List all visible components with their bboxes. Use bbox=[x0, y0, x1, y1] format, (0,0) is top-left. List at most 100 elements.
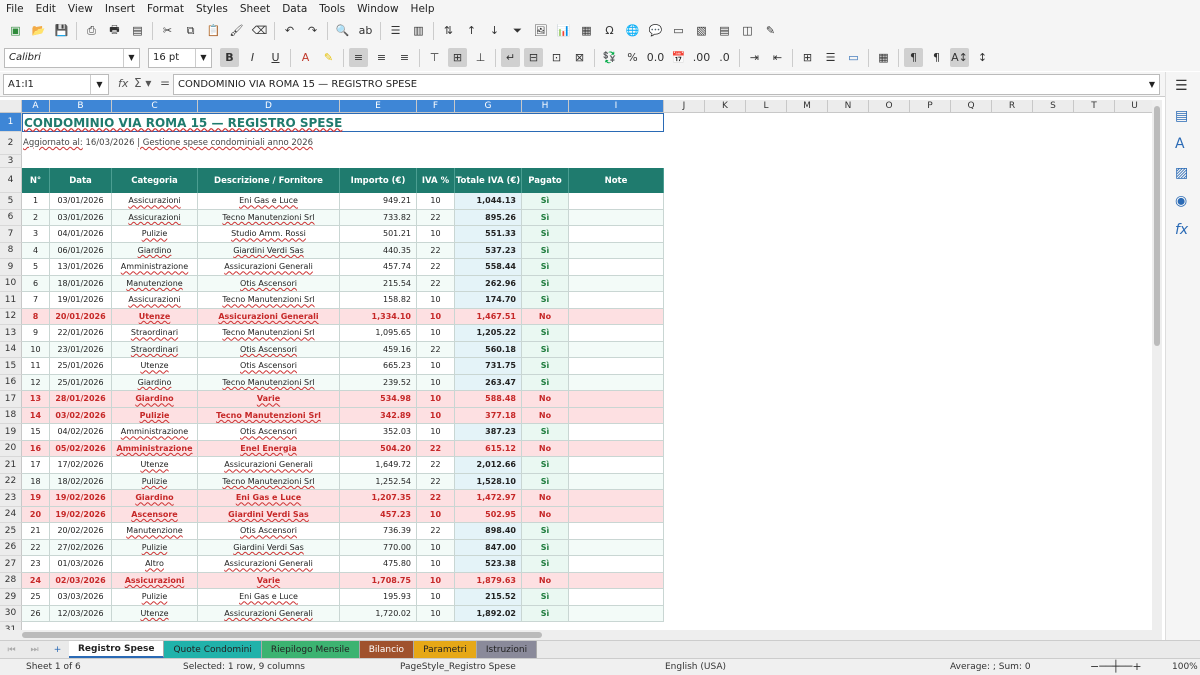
table-cell[interactable]: 174.70 bbox=[455, 292, 522, 309]
table-cell[interactable]: Ascensore bbox=[112, 506, 198, 523]
table-cell[interactable] bbox=[569, 308, 664, 325]
table-cell[interactable]: Sì bbox=[522, 325, 569, 342]
borders-icon[interactable]: ⊞ bbox=[798, 48, 817, 67]
table-cell[interactable]: 12 bbox=[22, 374, 50, 391]
table-cell[interactable]: Utenze bbox=[112, 358, 198, 375]
subtitle-cell[interactable]: Aggiornato al: 16/03/2026 | Gestione spe… bbox=[23, 138, 313, 148]
table-cell[interactable]: Pulizie bbox=[112, 473, 198, 490]
bold-icon[interactable]: B bbox=[220, 48, 239, 67]
table-cell[interactable]: Sì bbox=[522, 556, 569, 573]
table-cell[interactable]: 1,252.54 bbox=[340, 473, 417, 490]
table-cell[interactable]: 20/01/2026 bbox=[50, 308, 112, 325]
table-cell[interactable]: Eni Gas e Luce bbox=[198, 193, 340, 210]
row-header-14[interactable]: 14 bbox=[0, 341, 22, 358]
unmerge-cells-icon[interactable]: ⊠ bbox=[570, 48, 589, 67]
freeze-rows-icon[interactable]: ▤ bbox=[715, 21, 734, 40]
table-cell[interactable]: Eni Gas e Luce bbox=[198, 490, 340, 507]
row-header-26[interactable]: 26 bbox=[0, 539, 22, 556]
table-cell[interactable]: 10 bbox=[417, 308, 455, 325]
table-cell[interactable]: 558.44 bbox=[455, 259, 522, 276]
table-cell[interactable]: Assicurazioni bbox=[112, 292, 198, 309]
table-cell[interactable]: Otis Ascensori bbox=[198, 523, 340, 540]
table-cell[interactable]: 10 bbox=[417, 292, 455, 309]
table-cell[interactable]: 18/02/2026 bbox=[50, 473, 112, 490]
table-cell[interactable]: Sì bbox=[522, 523, 569, 540]
table-cell[interactable]: Assicurazioni bbox=[112, 193, 198, 210]
table-cell[interactable]: 28/01/2026 bbox=[50, 391, 112, 408]
table-cell[interactable]: Utenze bbox=[112, 308, 198, 325]
table-cell[interactable]: Sì bbox=[522, 605, 569, 622]
open-folder-icon[interactable]: 📂 bbox=[29, 21, 48, 40]
table-cell[interactable]: Assicurazioni bbox=[112, 209, 198, 226]
table-cell[interactable]: Varie bbox=[198, 572, 340, 589]
delete-decimal-icon[interactable]: .0 bbox=[715, 48, 734, 67]
center-vertically-icon[interactable]: ⊞ bbox=[448, 48, 467, 67]
table-cell[interactable] bbox=[569, 209, 664, 226]
horizontal-scrollbar[interactable] bbox=[0, 630, 1162, 640]
row-header-18[interactable]: 18 bbox=[0, 407, 22, 424]
table-cell[interactable]: 25/01/2026 bbox=[50, 374, 112, 391]
table-cell[interactable]: Giardino bbox=[112, 391, 198, 408]
border-color-icon[interactable]: ▭ bbox=[844, 48, 863, 67]
vertical-text-icon[interactable]: ↕ bbox=[973, 48, 992, 67]
table-cell[interactable]: 501.21 bbox=[340, 226, 417, 243]
function-wizard-icon[interactable]: fx bbox=[118, 77, 128, 90]
table-cell[interactable]: 22/01/2026 bbox=[50, 325, 112, 342]
table-cell[interactable] bbox=[569, 341, 664, 358]
column-header-N[interactable]: N bbox=[828, 100, 869, 113]
table-cell[interactable]: 17 bbox=[22, 457, 50, 474]
font-name-combo[interactable]: Calibri ▼ bbox=[4, 47, 140, 68]
table-cell[interactable] bbox=[569, 391, 664, 408]
table-cell[interactable]: 1,334.10 bbox=[340, 308, 417, 325]
table-cell[interactable]: Straordinari bbox=[112, 341, 198, 358]
table-cell[interactable]: 15 bbox=[22, 424, 50, 441]
row-header-4[interactable]: 4 bbox=[0, 168, 22, 193]
table-cell[interactable]: 1,892.02 bbox=[455, 605, 522, 622]
table-cell[interactable]: Sì bbox=[522, 374, 569, 391]
table-cell[interactable] bbox=[569, 407, 664, 424]
table-cell[interactable]: 22 bbox=[417, 242, 455, 259]
table-cell[interactable]: Giardini Verdi Sas bbox=[198, 539, 340, 556]
table-cell[interactable]: 534.98 bbox=[340, 391, 417, 408]
table-cell[interactable]: 22 bbox=[417, 490, 455, 507]
menu-view[interactable]: View bbox=[68, 3, 93, 15]
table-cell[interactable]: 18/01/2026 bbox=[50, 275, 112, 292]
table-cell[interactable]: 504.20 bbox=[340, 440, 417, 457]
table-cell[interactable]: Eni Gas e Luce bbox=[198, 589, 340, 606]
currency-format-icon[interactable]: 💱 bbox=[600, 48, 619, 67]
table-cell[interactable]: Sì bbox=[522, 193, 569, 210]
table-cell[interactable]: 22 bbox=[417, 209, 455, 226]
table-header-cell[interactable]: Descrizione / Fornitore bbox=[198, 168, 340, 193]
table-cell[interactable]: 03/01/2026 bbox=[50, 193, 112, 210]
table-cell[interactable]: Amministrazione bbox=[112, 259, 198, 276]
table-cell[interactable]: Utenze bbox=[112, 605, 198, 622]
table-cell[interactable]: 551.33 bbox=[455, 226, 522, 243]
row-header-20[interactable]: 20 bbox=[0, 440, 22, 457]
sheet-tab[interactable]: Parametri bbox=[414, 641, 477, 658]
navigator-icon[interactable]: ◉ bbox=[1175, 193, 1187, 209]
table-cell[interactable]: 04/01/2026 bbox=[50, 226, 112, 243]
column-header-F[interactable]: F bbox=[417, 100, 455, 113]
table-cell[interactable]: 03/03/2026 bbox=[50, 589, 112, 606]
table-cell[interactable]: 342.89 bbox=[340, 407, 417, 424]
table-cell[interactable]: 25/01/2026 bbox=[50, 358, 112, 375]
table-header-cell[interactable]: Data bbox=[50, 168, 112, 193]
image-icon[interactable]: 🖼 bbox=[531, 21, 550, 40]
table-cell[interactable] bbox=[569, 572, 664, 589]
table-cell[interactable]: Assicurazioni Generali bbox=[198, 605, 340, 622]
table-cell[interactable]: 1,528.10 bbox=[455, 473, 522, 490]
sheet-title-cell[interactable]: CONDOMINIO VIA ROMA 15 — REGISTRO SPESE bbox=[22, 113, 664, 132]
table-cell[interactable] bbox=[569, 242, 664, 259]
show-draw-functions-icon[interactable]: ✎ bbox=[761, 21, 780, 40]
table-cell[interactable]: 01/03/2026 bbox=[50, 556, 112, 573]
increase-indent-icon[interactable]: ⇥ bbox=[745, 48, 764, 67]
menu-data[interactable]: Data bbox=[282, 3, 307, 15]
table-cell[interactable]: 22 bbox=[417, 473, 455, 490]
sheet-tab[interactable]: Registro Spese bbox=[69, 641, 165, 658]
table-cell[interactable]: Giardino bbox=[112, 490, 198, 507]
table-cell[interactable]: 2 bbox=[22, 209, 50, 226]
merge-cells-icon[interactable]: ⊡ bbox=[547, 48, 566, 67]
table-cell[interactable]: 24 bbox=[22, 572, 50, 589]
merge-center-icon[interactable]: ⊟ bbox=[524, 48, 543, 67]
table-cell[interactable]: 22 bbox=[417, 457, 455, 474]
